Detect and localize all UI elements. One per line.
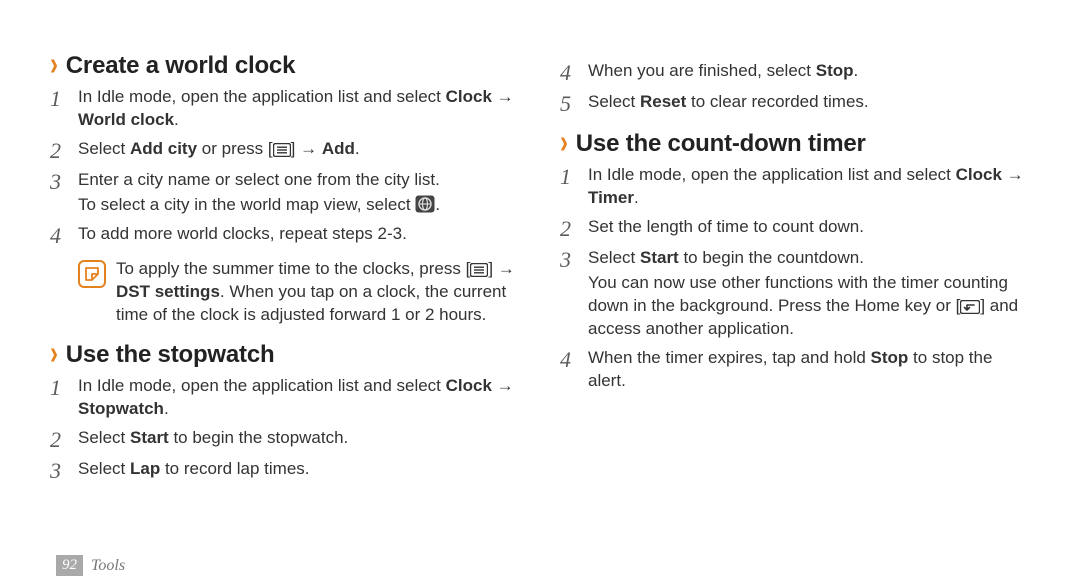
section-countdown-timer: › Use the count-down timer bbox=[560, 130, 1030, 158]
page-footer: 92 Tools bbox=[56, 555, 125, 576]
step-number: 3 bbox=[50, 459, 78, 483]
list-item: 2 Set the length of time to count down. bbox=[560, 216, 1030, 241]
chevron-right-icon: › bbox=[560, 124, 568, 163]
back-key-icon bbox=[960, 300, 980, 314]
page-number: 92 bbox=[56, 555, 83, 576]
note-text: To apply the summer time to the clocks, … bbox=[116, 258, 520, 327]
list-item: 2 Select Add city or press [] → Add. bbox=[50, 138, 520, 163]
note-icon bbox=[78, 260, 106, 288]
list-item: 1 In Idle mode, open the application lis… bbox=[50, 86, 520, 132]
menu-key-icon bbox=[470, 263, 488, 277]
list-item: 3 Select Start to begin the countdown. Y… bbox=[560, 247, 1030, 341]
world-clock-steps: 1 In Idle mode, open the application lis… bbox=[50, 86, 520, 248]
step-number: 4 bbox=[560, 348, 588, 372]
globe-icon bbox=[415, 195, 435, 213]
step-number: 2 bbox=[50, 428, 78, 452]
step-number: 4 bbox=[560, 61, 588, 85]
step-number: 2 bbox=[50, 139, 78, 163]
list-item: 3 Select Lap to record lap times. bbox=[50, 458, 520, 483]
step-number: 3 bbox=[50, 170, 78, 194]
right-column: 4 When you are finished, select Stop. 5 … bbox=[560, 38, 1030, 493]
step-number: 1 bbox=[560, 165, 588, 189]
section-title: Use the stopwatch bbox=[66, 341, 275, 369]
step-number: 2 bbox=[560, 217, 588, 241]
step-number: 4 bbox=[50, 224, 78, 248]
timer-steps: 1 In Idle mode, open the application lis… bbox=[560, 164, 1030, 393]
footer-section: Tools bbox=[91, 557, 125, 575]
manual-page: › Create a world clock 1 In Idle mode, o… bbox=[0, 0, 1080, 586]
list-item: 4 To add more world clocks, repeat steps… bbox=[50, 223, 520, 248]
stopwatch-steps: 1 In Idle mode, open the application lis… bbox=[50, 375, 520, 483]
section-create-world-clock: › Create a world clock bbox=[50, 52, 520, 80]
section-title: Use the count-down timer bbox=[576, 130, 866, 158]
section-title: Create a world clock bbox=[66, 52, 295, 80]
left-column: › Create a world clock 1 In Idle mode, o… bbox=[50, 38, 520, 493]
step-number: 3 bbox=[560, 248, 588, 272]
list-item: 2 Select Start to begin the stopwatch. bbox=[50, 427, 520, 452]
note-block: To apply the summer time to the clocks, … bbox=[78, 258, 520, 327]
list-item: 4 When the timer expires, tap and hold S… bbox=[560, 347, 1030, 393]
section-use-stopwatch: › Use the stopwatch bbox=[50, 341, 520, 369]
stopwatch-steps-cont: 4 When you are finished, select Stop. 5 … bbox=[560, 60, 1030, 116]
list-item: 3 Enter a city name or select one from t… bbox=[50, 169, 520, 217]
list-item: 1 In Idle mode, open the application lis… bbox=[50, 375, 520, 421]
list-item: 5 Select Reset to clear recorded times. bbox=[560, 91, 1030, 116]
list-item: 4 When you are finished, select Stop. bbox=[560, 60, 1030, 85]
step-number: 1 bbox=[50, 87, 78, 111]
list-item: 1 In Idle mode, open the application lis… bbox=[560, 164, 1030, 210]
step-number: 5 bbox=[560, 92, 588, 116]
menu-key-icon bbox=[273, 143, 291, 157]
step-number: 1 bbox=[50, 376, 78, 400]
chevron-right-icon: › bbox=[50, 334, 58, 373]
chevron-right-icon: › bbox=[50, 45, 58, 84]
